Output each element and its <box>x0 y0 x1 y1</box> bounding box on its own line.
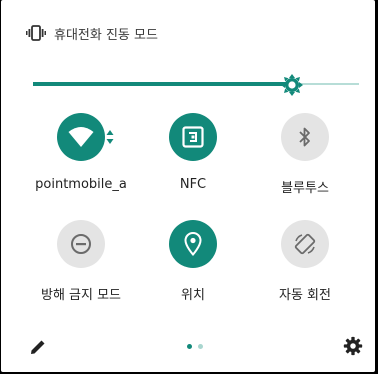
page-indicator <box>187 344 203 349</box>
tile-label-auto-rotate: 자동 회전 <box>279 288 331 303</box>
auto-rotate-toggle[interactable] <box>281 220 329 268</box>
ringer-status-label: 휴대전화 진동 모드 <box>54 27 158 43</box>
gear-icon[interactable] <box>343 336 363 356</box>
tile-label-bluetooth: 블루투스 <box>281 181 329 196</box>
brightness-slider[interactable] <box>33 74 359 96</box>
do-not-disturb-toggle[interactable] <box>57 220 105 268</box>
quick-settings-panel: 휴대전화 진동 모드 pointmobile_a NFC 블루투스 방해 금지 … <box>1 0 375 372</box>
ringer-status[interactable]: 휴대전화 진동 모드 <box>26 22 158 44</box>
page-dot <box>198 344 203 349</box>
edit-pencil-icon[interactable] <box>29 338 47 356</box>
tile-auto-rotate[interactable]: 자동 회전 <box>250 220 360 303</box>
page-dot-active <box>187 344 192 349</box>
tile-bluetooth[interactable]: 블루투스 <box>250 113 360 196</box>
tile-label-nfc: NFC <box>179 177 207 192</box>
auto-rotate-icon <box>294 233 316 255</box>
vibrate-icon <box>26 25 46 41</box>
bluetooth-toggle[interactable] <box>281 113 329 161</box>
tile-label-do-not-disturb: 방해 금지 모드 <box>40 288 122 303</box>
tile-do-not-disturb[interactable]: 방해 금지 모드 <box>26 220 136 303</box>
brightness-fill <box>33 82 293 86</box>
nfc-toggle[interactable] <box>169 113 217 161</box>
tile-label-location: 위치 <box>181 288 205 303</box>
quick-settings-footer <box>1 330 375 366</box>
tile-nfc[interactable]: NFC <box>138 113 248 192</box>
data-activity-icon <box>106 130 114 144</box>
wifi-toggle[interactable] <box>57 113 105 161</box>
brightness-icon[interactable] <box>281 74 304 96</box>
location-toggle[interactable] <box>169 220 217 268</box>
do-not-disturb-icon <box>71 234 91 254</box>
tile-wifi[interactable]: pointmobile_a <box>26 113 136 192</box>
tile-label-wifi: pointmobile_a <box>35 177 127 192</box>
bluetooth-icon <box>299 127 310 147</box>
location-icon <box>184 232 202 256</box>
tile-location[interactable]: 위치 <box>138 220 248 303</box>
nfc-icon <box>182 126 204 148</box>
wifi-icon <box>68 127 94 147</box>
